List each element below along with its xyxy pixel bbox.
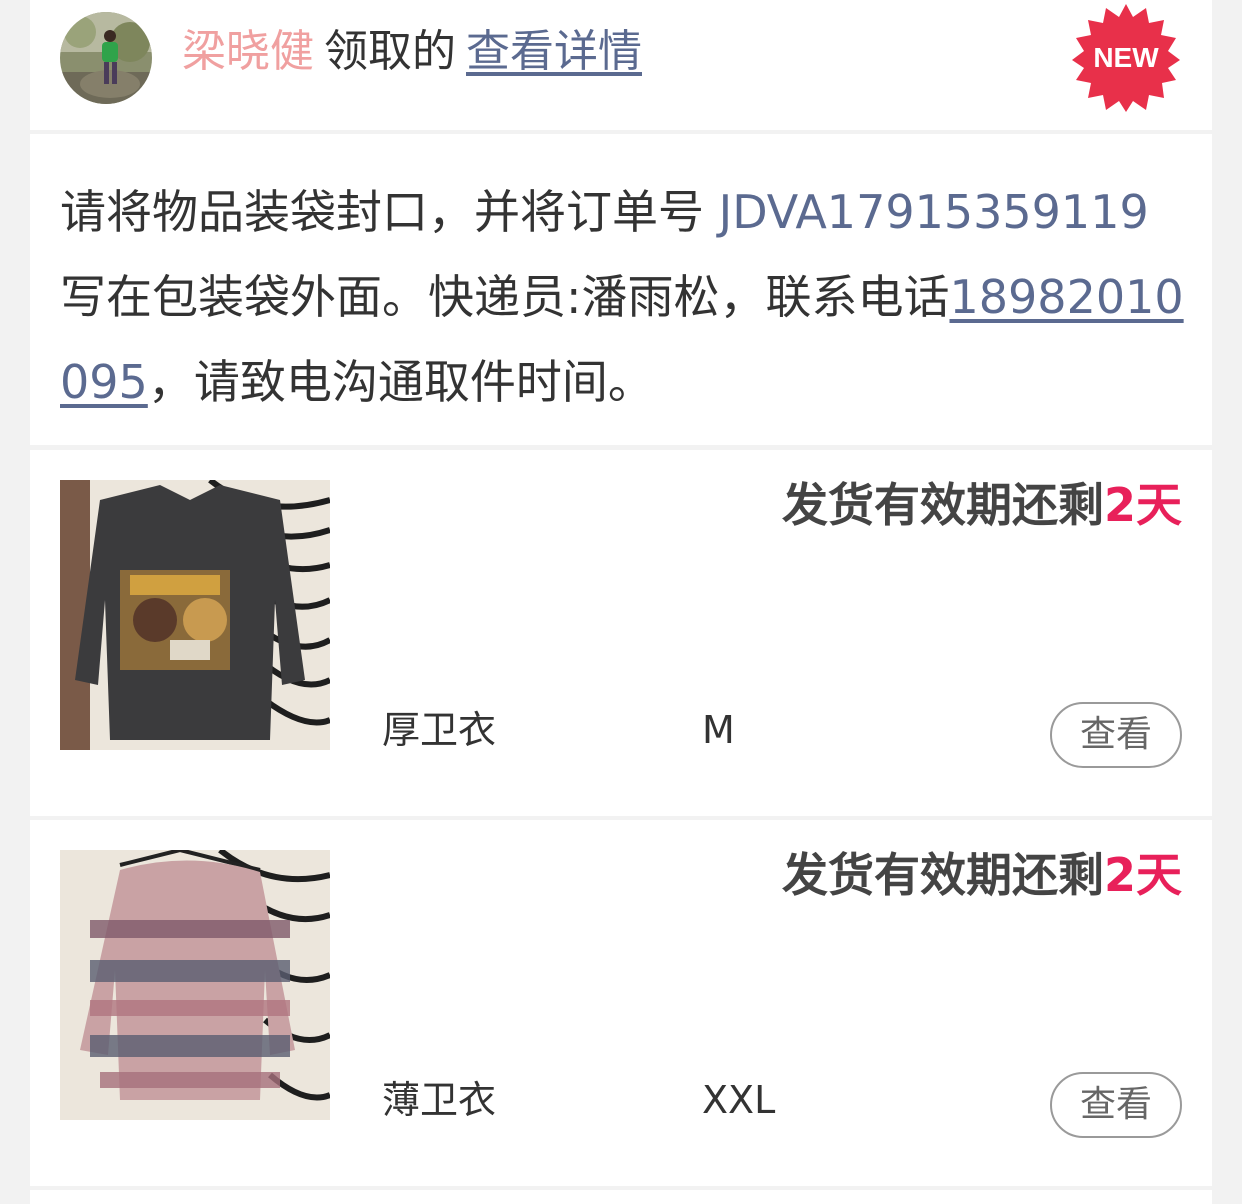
new-badge: NEW [1070, 2, 1182, 114]
order-number: JDVA17915359119 [718, 185, 1149, 239]
view-button[interactable]: 查看 [1050, 702, 1182, 768]
item-size: M [702, 708, 735, 752]
receiver-name: 梁晓健 [182, 26, 314, 77]
page: 梁晓健 领取的 查看详情 NEW 请将物品装袋封口，并将订单号 JDVA179153… [0, 0, 1242, 1204]
new-badge-label: NEW [1093, 42, 1159, 73]
item-card: 发货有效期还剩2天 厚卫衣 M 查看 [30, 450, 1212, 816]
receiver-header: 梁晓健 领取的 查看详情 NEW [30, 0, 1212, 130]
shipping-deadline: 发货有效期还剩2天 [782, 470, 1182, 540]
deadline-text: 发货有效期还剩 [781, 848, 1104, 902]
next-card-edge [30, 1190, 1212, 1204]
item-name: 薄卫衣 [382, 1078, 497, 1122]
deadline-days: 2 [1103, 478, 1136, 532]
deadline-days: 2 [1103, 848, 1136, 902]
deadline-unit: 天 [1136, 848, 1182, 902]
item-size: XXL [702, 1078, 776, 1122]
notice-text: 请将物品装袋封口，并将订单号 JDVA17915359119 写在包装袋外面。快… [60, 170, 1184, 425]
item-photo[interactable] [60, 850, 330, 1120]
deadline-text: 发货有效期还剩 [781, 478, 1104, 532]
deadline-unit: 天 [1136, 478, 1182, 532]
view-button[interactable]: 查看 [1050, 1072, 1182, 1138]
shipping-deadline: 发货有效期还剩2天 [782, 840, 1182, 910]
view-details-link[interactable]: 查看详情 [466, 26, 642, 77]
claimed-text: 领取的 [324, 26, 456, 77]
item-card: 发货有效期还剩2天 薄卫衣 XXL 查看 [30, 820, 1212, 1186]
notice-prefix: 请将物品装袋封口，并将订单号 [60, 185, 719, 239]
item-photo[interactable] [60, 480, 330, 750]
notice-suffix: ，请致电沟通取件时间。 [147, 355, 654, 409]
pickup-notice: 请将物品装袋封口，并将订单号 JDVA17915359119 写在包装袋外面。快… [30, 134, 1212, 445]
header-text: 梁晓健 领取的 查看详情 [182, 22, 642, 82]
avatar[interactable] [60, 12, 152, 104]
item-name: 厚卫衣 [382, 708, 497, 752]
notice-middle: 写在包装袋外面。快递员:潘雨松，联系电话 [60, 270, 950, 324]
